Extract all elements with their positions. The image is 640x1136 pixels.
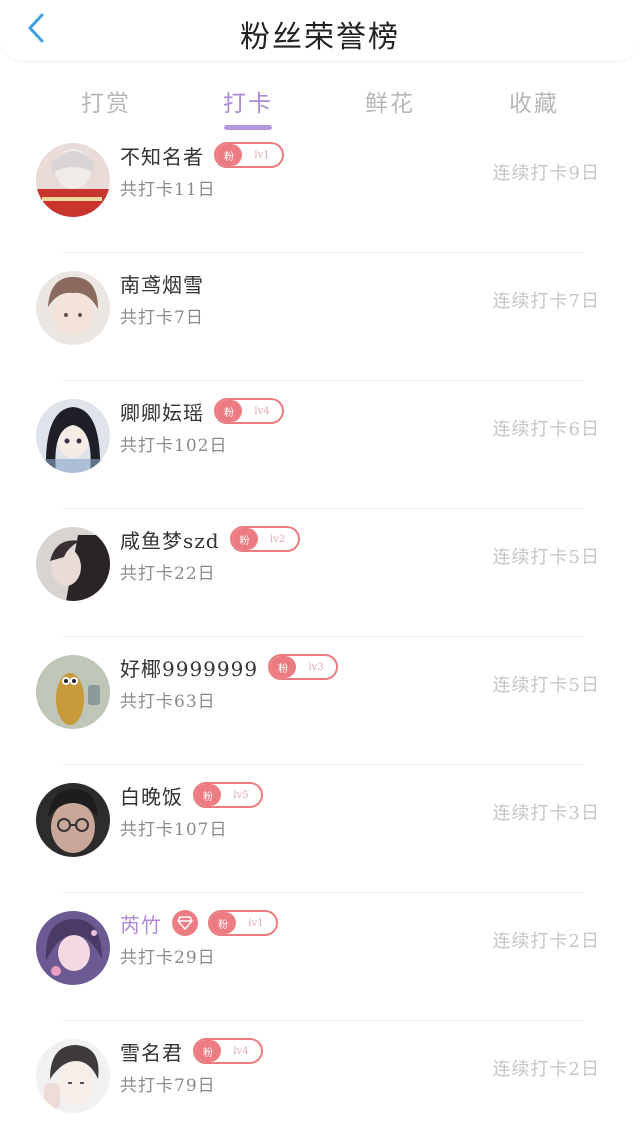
fan-level: lv5	[233, 789, 249, 801]
list-item[interactable]: 卿卿妘瑶 粉 lv4 共打卡102日 连续打卡6日	[0, 381, 640, 509]
fan-badge-label: 粉	[231, 528, 258, 550]
streak-days: 连续打卡3日	[492, 803, 600, 824]
avatar	[36, 783, 110, 857]
fan-level-badge: 粉 lv5	[193, 782, 263, 808]
list-item[interactable]: 白晚饭 粉 lv5 共打卡107日 连续打卡3日	[0, 765, 640, 893]
streak-days: 连续打卡2日	[492, 931, 600, 952]
fan-level: lv4	[254, 405, 270, 417]
fan-badge-label: 粉	[195, 1040, 221, 1062]
user-name: 卿卿妘瑶	[120, 400, 204, 425]
streak-days: 连续打卡7日	[492, 291, 600, 312]
page-title: 粉丝荣誉榜	[240, 20, 400, 55]
checkin-ranking-list: 不知名者 粉 lv1 共打卡11日 连续打卡9日 南鸢烟雪 共打卡7日 连续打卡…	[0, 140, 640, 1136]
list-item[interactable]: 不知名者 粉 lv1 共打卡11日 连续打卡9日	[0, 140, 640, 253]
fan-level-badge: 粉 lv3	[268, 654, 339, 680]
streak-days: 连续打卡9日	[492, 163, 600, 184]
fan-level: lv4	[233, 1045, 249, 1057]
avatar	[36, 911, 110, 985]
name-line: 咸鱼梦szd 粉 lv2	[120, 524, 300, 554]
streak-days: 连续打卡6日	[492, 419, 600, 440]
name-line: 卿卿妘瑶 粉 lv4	[120, 396, 284, 426]
total-checkins: 共打卡29日	[120, 948, 216, 968]
fan-level: lv1	[248, 917, 264, 929]
user-name: 白晚饭	[120, 784, 183, 809]
fan-level: lv1	[254, 149, 270, 161]
total-checkins: 共打卡7日	[120, 308, 204, 328]
top-bar: 粉丝荣誉榜	[0, 0, 640, 62]
name-line: 雪名君 粉 lv4	[120, 1036, 263, 1066]
fan-level-badge: 粉 lv2	[229, 526, 300, 552]
list-item[interactable]: 芮竹 粉 lv1 共打卡29日 连续打卡2日	[0, 893, 640, 1021]
streak-days: 连续打卡5日	[492, 547, 600, 568]
list-item[interactable]: 咸鱼梦szd 粉 lv2 共打卡22日 连续打卡5日	[0, 509, 640, 637]
name-line: 芮竹 粉 lv1	[120, 908, 278, 938]
name-line: 不知名者 粉 lv1	[120, 140, 284, 170]
tab-favorites[interactable]: 收藏	[484, 84, 584, 118]
total-checkins: 共打卡22日	[120, 564, 216, 584]
fan-level-badge: 粉 lv1	[214, 142, 284, 168]
tab-reward[interactable]: 打赏	[56, 84, 156, 118]
user-name: 芮竹	[120, 912, 162, 937]
avatar	[36, 399, 110, 473]
list-item[interactable]: 好椰9999999 粉 lv3 共打卡63日 连续打卡5日	[0, 637, 640, 765]
list-item[interactable]: 雪名君 粉 lv4 共打卡79日 连续打卡2日	[0, 1021, 640, 1136]
fan-badge-label: 粉	[216, 400, 242, 422]
avatar	[36, 527, 110, 601]
fan-level: lv2	[270, 533, 286, 545]
fan-badge-label: 粉	[195, 784, 221, 806]
total-checkins: 共打卡102日	[120, 436, 228, 456]
fan-level-badge: 粉 lv4	[214, 398, 284, 424]
user-name: 不知名者	[120, 144, 204, 169]
name-line: 南鸢烟雪	[120, 268, 204, 298]
streak-days: 连续打卡5日	[492, 675, 600, 696]
avatar	[36, 271, 110, 345]
avatar	[36, 143, 110, 217]
user-name: 南鸢烟雪	[120, 272, 204, 297]
tab-bar: 打赏 打卡 鲜花 收藏	[0, 84, 640, 132]
fan-badge-label: 粉	[216, 144, 242, 166]
fan-level: lv3	[308, 661, 324, 673]
total-checkins: 共打卡11日	[120, 180, 216, 200]
user-name: 咸鱼梦szd	[120, 528, 220, 553]
avatar	[36, 655, 110, 729]
avatar	[36, 1039, 110, 1113]
fan-level-badge: 粉 lv1	[208, 910, 278, 936]
user-name: 好椰9999999	[120, 656, 259, 681]
total-checkins: 共打卡107日	[120, 820, 228, 840]
user-name: 雪名君	[120, 1040, 183, 1065]
total-checkins: 共打卡79日	[120, 1076, 216, 1096]
tab-flowers[interactable]: 鲜花	[340, 84, 440, 118]
tab-checkin[interactable]: 打卡	[198, 84, 298, 118]
diamond-icon	[172, 910, 198, 936]
active-tab-indicator	[224, 125, 272, 130]
name-line: 好椰9999999 粉 lv3	[120, 652, 339, 682]
streak-days: 连续打卡2日	[492, 1059, 600, 1080]
list-item[interactable]: 南鸢烟雪 共打卡7日 连续打卡7日	[0, 253, 640, 381]
fan-badge-label: 粉	[210, 912, 236, 934]
total-checkins: 共打卡63日	[120, 692, 216, 712]
name-line: 白晚饭 粉 lv5	[120, 780, 263, 810]
fan-badge-label: 粉	[270, 656, 297, 678]
fan-level-badge: 粉 lv4	[193, 1038, 263, 1064]
